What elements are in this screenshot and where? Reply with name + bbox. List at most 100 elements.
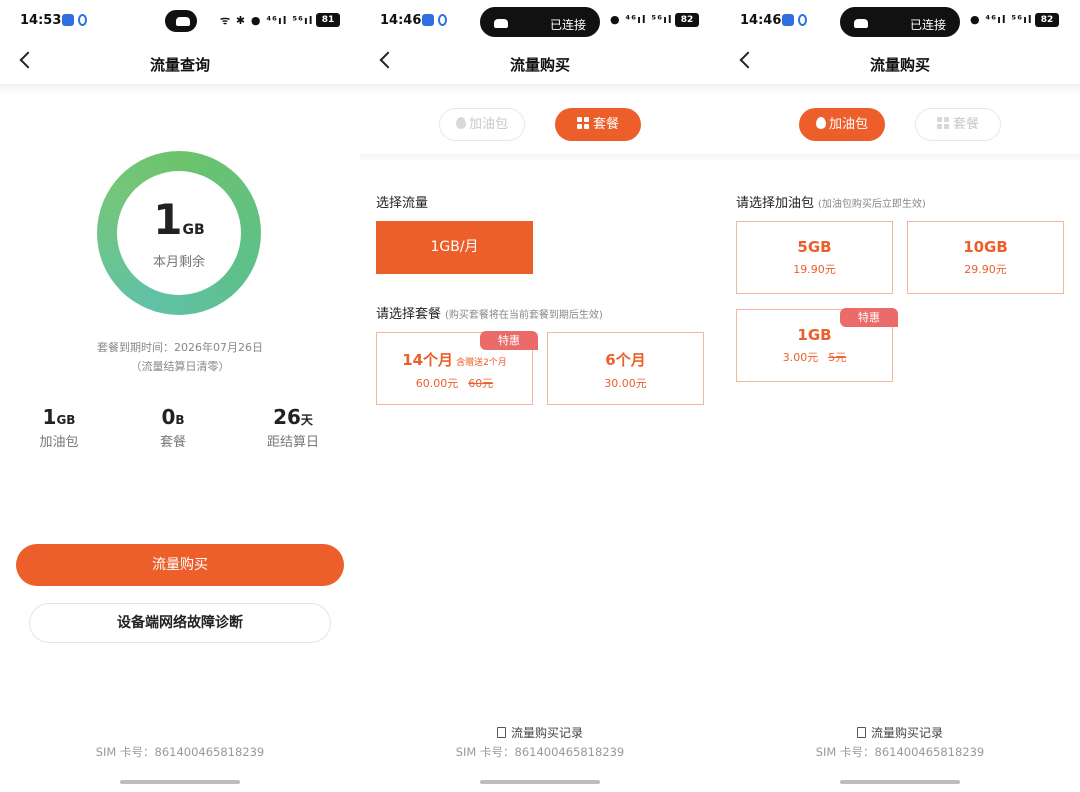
divider <box>0 84 360 94</box>
divider <box>360 84 720 94</box>
purchase-records-link[interactable]: 流量购买记录 <box>360 724 720 741</box>
stat-addon: 1GB 加油包 <box>14 405 104 450</box>
expiry-note: （流量结算日清零） <box>130 360 230 373</box>
pack-price: 3.00元 5元 <box>737 349 892 365</box>
nav-bar: 流量购买 <box>720 42 1080 84</box>
status-bar: 14:46 已连接 ● ⁴⁶ıl ⁵⁶ıl 82 <box>360 0 720 42</box>
pack-current-price: 3.00元 <box>782 351 819 364</box>
screen-buy-addon: 14:46 已连接 ● ⁴⁶ıl ⁵⁶ıl 82 流量购买 加油包 套餐 请选择… <box>720 0 1080 792</box>
sim-number: SIM 卡号：861400465818239 <box>455 745 625 759</box>
stat-value: 1 <box>42 405 57 429</box>
battery-icon: 82 <box>1035 13 1059 27</box>
grid-icon <box>936 117 949 129</box>
plan-section-title: 请选择套餐 (购买套餐将在当前套餐到期后生效) <box>376 303 603 322</box>
status-time: 14:46 <box>380 13 422 28</box>
stat-unit: B <box>175 413 185 427</box>
home-indicator[interactable] <box>480 780 600 784</box>
car-icon <box>854 19 868 28</box>
plan-original-price: 60元 <box>468 377 494 390</box>
stat-label: 加油包 <box>39 435 79 450</box>
page-title: 流量购买 <box>869 56 930 74</box>
tab-label: 加油包 <box>468 117 508 132</box>
document-icon <box>856 727 866 738</box>
pack-name: 1GB <box>797 326 832 344</box>
plan-card-6-months[interactable]: 6个月 30.00元 <box>547 332 704 405</box>
remaining-data-ring: 1GB 本月剩余 <box>97 151 261 315</box>
buy-traffic-button[interactable]: 流量购买 <box>16 544 344 586</box>
pack-price: 29.90元 <box>964 263 1007 276</box>
app-notification-icon <box>782 14 794 26</box>
screen-buy-plan: 14:46 已连接 ● ⁴⁶ıl ⁵⁶ıl 82 流量购买 加油包 套餐 选择流… <box>360 0 720 792</box>
plan-title: 请选择套餐 <box>376 307 442 322</box>
tab-plan[interactable]: 套餐 <box>915 108 1001 141</box>
app-notification-icon <box>62 14 74 26</box>
records-label: 流量购买记录 <box>870 726 943 740</box>
flow-option-1gb[interactable]: 1GB/月 <box>376 221 533 274</box>
pack-original-price: 5元 <box>828 351 847 364</box>
home-indicator[interactable] <box>840 780 960 784</box>
stat-value: 0 <box>161 405 176 429</box>
tab-plan[interactable]: 套餐 <box>555 108 641 141</box>
tab-addon-pack[interactable]: 加油包 <box>439 108 525 141</box>
status-time: 14:46 <box>740 13 782 28</box>
flame-icon <box>455 117 466 129</box>
stat-plan: 0B 套餐 <box>128 405 218 450</box>
pack-section-title: 请选择加油包 (加油包购买后立即生效) <box>736 192 926 211</box>
car-connection-status: 已连接 <box>549 18 586 32</box>
tab-label: 加油包 <box>828 117 868 132</box>
network-diagnosis-button[interactable]: 设备端网络故障诊断 <box>29 603 331 643</box>
records-label: 流量购买记录 <box>510 726 583 740</box>
pack-card-10gb[interactable]: 10GB 29.90元 <box>907 221 1064 294</box>
remaining-value: 1GB <box>117 195 241 244</box>
plan-hint: (购买套餐将在当前套餐到期后生效) <box>445 310 603 321</box>
expiry-info: 套餐到期时间：2026年07月26日 （流量结算日清零） <box>0 338 360 376</box>
home-indicator[interactable] <box>120 780 240 784</box>
battery-icon: 82 <box>675 13 699 27</box>
stat-label: 套餐 <box>159 435 186 450</box>
pack-title: 请选择加油包 <box>736 196 815 211</box>
tab-bar: 加油包 套餐 <box>360 94 720 156</box>
screen-traffic-query: 14:53 ᯤ ✱ ● ⁴⁶ıl ⁵⁶ıl 81 流量查询 1GB 本月剩余 套… <box>0 0 360 792</box>
plan-card-14-months[interactable]: 特惠 14个月 含赠送2个月 60.00元 60元 <box>376 331 538 405</box>
status-icons: ● ⁴⁶ıl ⁵⁶ıl <box>610 13 673 26</box>
tab-label: 套餐 <box>592 117 619 132</box>
expiry-date: 套餐到期时间：2026年07月26日 <box>97 341 263 354</box>
purchase-records-link[interactable]: 流量购买记录 <box>720 724 1080 741</box>
plan-name: 14个月 含赠送2个月 <box>377 349 532 370</box>
tab-addon-pack[interactable]: 加油包 <box>799 108 885 141</box>
remaining-label: 本月剩余 <box>152 255 205 270</box>
remaining-unit: GB <box>182 222 205 238</box>
plan-duration: 14个月 <box>402 351 454 369</box>
status-icons: ● ⁴⁶ıl ⁵⁶ıl <box>970 13 1033 26</box>
tab-bar: 加油包 套餐 <box>720 94 1080 156</box>
stat-days: 26天 距结算日 <box>248 405 338 450</box>
status-time: 14:53 <box>20 13 62 28</box>
app-notification-icon <box>438 14 447 26</box>
app-notification-icon <box>422 14 434 26</box>
pack-name: 10GB <box>963 238 1008 256</box>
remaining-number: 1 <box>153 195 183 244</box>
pack-name: 5GB <box>797 238 832 256</box>
car-connection-status: 已连接 <box>909 18 946 32</box>
car-connection-icon <box>165 10 197 32</box>
plan-price: 30.00元 <box>604 377 647 390</box>
car-icon <box>494 19 508 28</box>
car-connection-pill: 已连接 <box>840 7 960 37</box>
grid-icon <box>576 117 589 129</box>
pack-card-5gb[interactable]: 5GB 19.90元 <box>736 221 893 294</box>
sim-number: SIM 卡号：861400465818239 <box>95 745 265 759</box>
page-title: 流量查询 <box>149 56 210 74</box>
stat-unit: 天 <box>300 413 313 427</box>
divider <box>720 84 1080 94</box>
nav-bar: 流量购买 <box>360 42 720 84</box>
pack-card-1gb[interactable]: 特惠 1GB 3.00元 5元 <box>736 308 898 382</box>
app-notification-icon <box>78 14 87 26</box>
document-icon <box>496 727 506 738</box>
divider <box>720 154 1080 162</box>
status-icons: ᯤ ✱ ● ⁴⁶ıl ⁵⁶ıl <box>220 14 314 27</box>
ring-center: 1GB 本月剩余 <box>117 171 241 295</box>
select-flow-title: 选择流量 <box>376 196 429 211</box>
car-icon <box>176 17 190 26</box>
pack-hint: (加油包购买后立即生效) <box>818 199 926 210</box>
tab-label: 套餐 <box>952 117 979 132</box>
